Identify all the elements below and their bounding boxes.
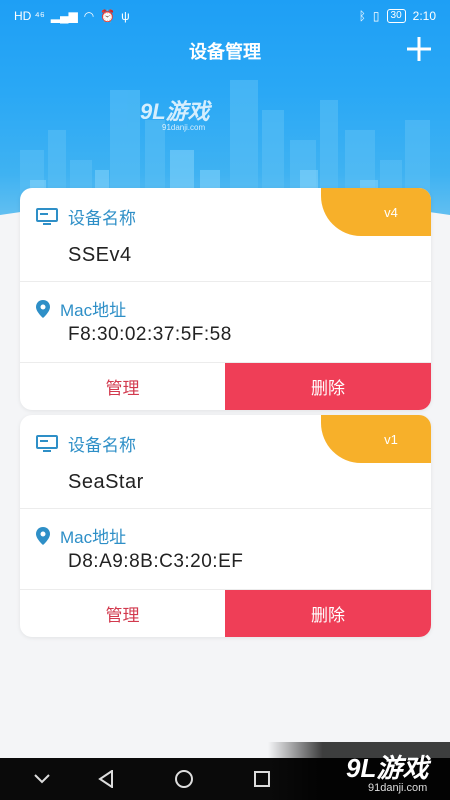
manage-button[interactable]: 管理 [20,590,225,637]
watermark-logo: 9L游戏 91danji.com [140,94,210,132]
mac-address-label: Mac地址 [36,523,126,548]
device-name: SSEv4 [68,244,132,266]
plus-icon[interactable] [406,36,432,62]
battery-level: 30 [386,9,406,23]
watermark-logo-text: 9L游戏 [346,753,429,783]
device-card: v1 设备名称 SeaStar Mac地址 D8:A9:8B:C3:20:EF … [20,415,431,637]
device-name: SeaStar [68,471,144,493]
manage-button[interactable]: 管理 [20,363,225,410]
location-pin-icon [36,526,50,545]
vibrate-icon: ▯ [372,9,380,23]
delete-button[interactable]: 删除 [225,363,431,410]
wifi-icon: ◠ [83,9,95,23]
version-badge: v4 [321,188,431,236]
page-title: 设备管理 [189,42,261,62]
device-name-label-text: 设备名称 [68,209,136,228]
watermark-site: 91danji.com [162,123,206,132]
monitor-icon [36,207,58,225]
mac-address-label-text: Mac地址 [60,528,127,547]
device-name-label: 设备名称 [36,204,136,229]
bluetooth-icon: ᛒ [358,9,366,23]
home-icon[interactable] [164,758,204,800]
location-pin-icon [36,299,50,318]
mac-address: F8:30:02:37:5F:58 [68,324,232,345]
network-indicator: HD ⁴⁶ [14,9,45,23]
clock: 2:10 [412,9,436,23]
delete-button[interactable]: 删除 [225,590,431,637]
usb-icon: ψ [121,9,130,23]
device-name-label: 设备名称 [36,431,136,456]
signal-icon: ▂▄▆ [50,9,78,23]
divider [20,281,431,282]
divider [20,508,431,509]
device-name-label-text: 设备名称 [68,436,136,455]
status-bar: HD ⁴⁶ ▂▄▆ ◠ ⏰ ψ ᛒ ▯ 30 2:10 [0,0,450,32]
mac-address: D8:A9:8B:C3:20:EF [68,551,244,572]
watermark-site: 91danji.com [368,782,428,794]
watermark-badge: 9L游戏 91danji.com [268,742,450,800]
monitor-icon [36,434,58,452]
collapse-icon[interactable] [22,758,62,800]
mac-address-label: Mac地址 [36,296,126,321]
alarm-icon: ⏰ [100,9,116,23]
version-badge: v1 [321,415,431,463]
back-icon[interactable] [86,758,126,800]
watermark-logo-text: 9L游戏 [140,99,210,124]
mac-address-label-text: Mac地址 [60,301,127,320]
device-card: v4 设备名称 SSEv4 Mac地址 F8:30:02:37:5F:58 管理… [20,188,431,410]
